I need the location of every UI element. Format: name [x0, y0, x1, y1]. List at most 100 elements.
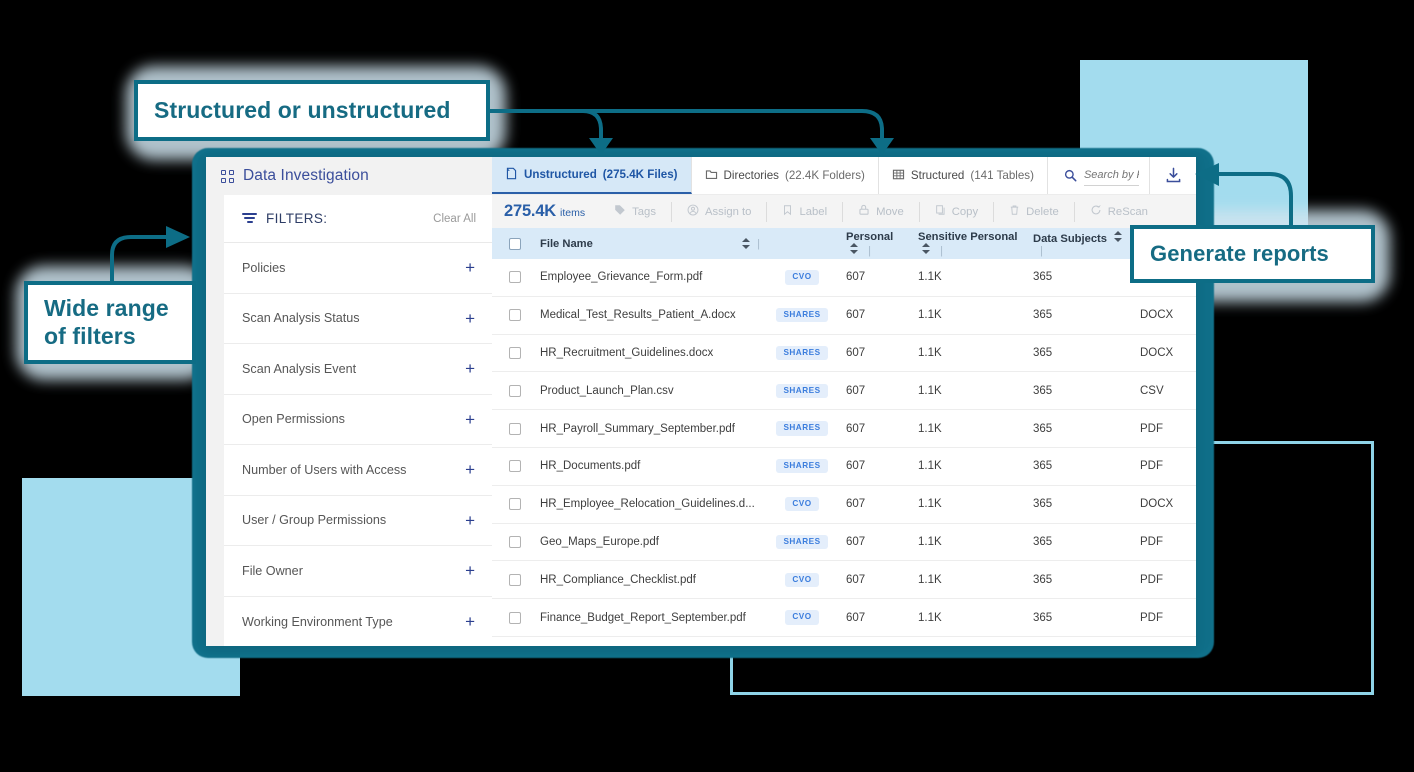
table-header-row: File Name | Personal | Sensitive Persona… — [492, 228, 1196, 259]
sidebar-filter-scan-analysis-status[interactable]: Scan Analysis Status+ — [224, 294, 492, 345]
sort-icon-personal[interactable] — [850, 243, 858, 254]
plus-icon[interactable]: + — [465, 613, 475, 630]
sidebar-filter-number-of-users-with-access[interactable]: Number of Users with Access+ — [224, 445, 492, 496]
row-select-cell[interactable] — [492, 347, 538, 359]
sidebar-filter-user-group-permissions[interactable]: User / Group Permissions+ — [224, 496, 492, 547]
table-row[interactable]: HR_Recruitment_Guidelines.docxSHARES6071… — [492, 335, 1196, 373]
status-badge: SHARES — [776, 346, 827, 360]
toolbar-label-button[interactable]: Label — [767, 202, 843, 222]
row-checkbox[interactable] — [509, 271, 521, 283]
toolbar-action-label: Move — [876, 206, 904, 218]
sort-icon-data-subjects[interactable] — [1114, 231, 1122, 242]
sidebar-filter-open-permissions[interactable]: Open Permissions+ — [224, 395, 492, 446]
table-row[interactable]: HR_Payroll_Summary_September.pdfSHARES60… — [492, 410, 1196, 448]
move-icon — [858, 204, 870, 219]
row-select-cell[interactable] — [492, 536, 538, 548]
row-checkbox[interactable] — [509, 536, 521, 548]
table-row[interactable]: HR_Employee_Relocation_Guidelines.d...CV… — [492, 486, 1196, 524]
status-badge: CVO — [785, 610, 818, 624]
cell-file-name: Product_Launch_Plan.csv — [538, 385, 766, 397]
select-all-checkbox[interactable] — [509, 238, 521, 250]
row-select-cell[interactable] — [492, 385, 538, 397]
col-header-sensitive-personal[interactable]: Sensitive Personal | — [906, 231, 1018, 257]
row-checkbox[interactable] — [509, 385, 521, 397]
row-checkbox[interactable] — [509, 574, 521, 586]
status-badge: SHARES — [776, 384, 827, 398]
tab-structured[interactable]: Structured(141 Tables) — [879, 157, 1048, 194]
sort-icon-sensitive-personal[interactable] — [922, 243, 930, 254]
search-icon — [1064, 169, 1077, 182]
tab-directories[interactable]: Directories(22.4K Folders) — [692, 157, 879, 194]
toolbar-assign-to-button[interactable]: Assign to — [672, 202, 767, 222]
sort-icon-file-name[interactable] — [742, 238, 750, 249]
row-select-cell[interactable] — [492, 574, 538, 586]
cell-sensitive-personal: 1.1K — [906, 309, 1018, 321]
select-all-cell[interactable] — [492, 238, 538, 250]
plus-icon[interactable]: + — [465, 360, 475, 377]
status-badge: SHARES — [776, 459, 827, 473]
callout-structured-or-unstructured: Structured or unstructured — [134, 80, 490, 141]
row-select-cell[interactable] — [492, 498, 538, 510]
sidebar-filter-working-environment-type[interactable]: Working Environment Type+ — [224, 597, 492, 647]
plus-icon[interactable]: + — [465, 259, 475, 276]
row-select-cell[interactable] — [492, 271, 538, 283]
download-report-button[interactable] — [1150, 157, 1196, 194]
filter-icon — [242, 213, 257, 224]
table-row[interactable]: HR_Documents.pdfSHARES6071.1K365PDF — [492, 448, 1196, 486]
toolbar-tags-button[interactable]: Tags — [599, 202, 672, 222]
tab-label: Directories — [724, 169, 779, 182]
clear-all-button[interactable]: Clear All — [433, 213, 476, 225]
cell-personal: 607 — [838, 423, 906, 435]
row-select-cell[interactable] — [492, 460, 538, 472]
col-divider: | — [757, 238, 760, 250]
row-checkbox[interactable] — [509, 347, 521, 359]
cell-file-name: Geo_Maps_Europe.pdf — [538, 536, 766, 548]
filters-label: FILTERS: — [266, 211, 433, 226]
plus-icon[interactable]: + — [465, 562, 475, 579]
row-select-cell[interactable] — [492, 423, 538, 435]
arrow-line-unstructured — [490, 111, 601, 140]
tag-icon — [614, 204, 626, 219]
col-header-personal[interactable]: Personal | — [838, 231, 906, 257]
plus-icon[interactable]: + — [465, 310, 475, 327]
row-select-cell[interactable] — [492, 612, 538, 624]
table-row[interactable]: Product_Launch_Plan.csvSHARES6071.1K365C… — [492, 372, 1196, 410]
tab-label: Unstructured — [524, 168, 597, 181]
row-checkbox[interactable] — [509, 460, 521, 472]
cell-file-type: PDF — [1128, 423, 1196, 435]
plus-icon[interactable]: + — [465, 512, 475, 529]
search-box[interactable] — [1048, 157, 1150, 194]
col-header-data-subjects[interactable]: Data Subjects | — [1018, 231, 1128, 257]
col-divider: | — [868, 245, 871, 257]
sidebar-filter-label: User / Group Permissions — [242, 513, 465, 527]
toolbar-delete-button[interactable]: Delete — [994, 202, 1075, 222]
row-checkbox[interactable] — [509, 498, 521, 510]
table-row[interactable]: Medical_Test_Results_Patient_A.docxSHARE… — [492, 297, 1196, 335]
tab-unstructured[interactable]: Unstructured(275.4K Files) — [492, 157, 692, 194]
toolbar-move-button[interactable]: Move — [843, 202, 920, 222]
sidebar-filter-label: File Owner — [242, 564, 465, 578]
table-row[interactable]: Finance_Budget_Report_September.pdfCVO60… — [492, 599, 1196, 637]
row-checkbox[interactable] — [509, 612, 521, 624]
cell-file-type: PDF — [1128, 460, 1196, 472]
plus-icon[interactable]: + — [465, 411, 475, 428]
col-label-file-name: File Name — [540, 238, 738, 250]
sidebar-filter-policies[interactable]: Policies+ — [224, 243, 492, 294]
row-checkbox[interactable] — [509, 309, 521, 321]
table-row[interactable]: HR_Compliance_Checklist.pdfCVO6071.1K365… — [492, 561, 1196, 599]
col-header-file-name[interactable]: File Name | — [538, 238, 766, 250]
sidebar-filter-file-owner[interactable]: File Owner+ — [224, 546, 492, 597]
toolbar-copy-button[interactable]: Copy — [920, 202, 994, 222]
row-select-cell[interactable] — [492, 309, 538, 321]
table-icon — [892, 168, 905, 184]
row-checkbox[interactable] — [509, 423, 521, 435]
cell-sensitive-personal: 1.1K — [906, 536, 1018, 548]
toolbar-rescan-button[interactable]: ReScan — [1075, 202, 1163, 222]
table-row[interactable]: Employee_Grievance_Form.pdfCVO6071.1K365… — [492, 259, 1196, 297]
table-row[interactable]: Geo_Maps_Europe.pdfSHARES6071.1K365PDF — [492, 524, 1196, 562]
search-input[interactable] — [1084, 169, 1139, 181]
sidebar-filter-scan-analysis-event[interactable]: Scan Analysis Event+ — [224, 344, 492, 395]
plus-icon[interactable]: + — [465, 461, 475, 478]
cell-data-subjects: 365 — [1018, 612, 1128, 624]
status-badge: SHARES — [776, 535, 827, 549]
